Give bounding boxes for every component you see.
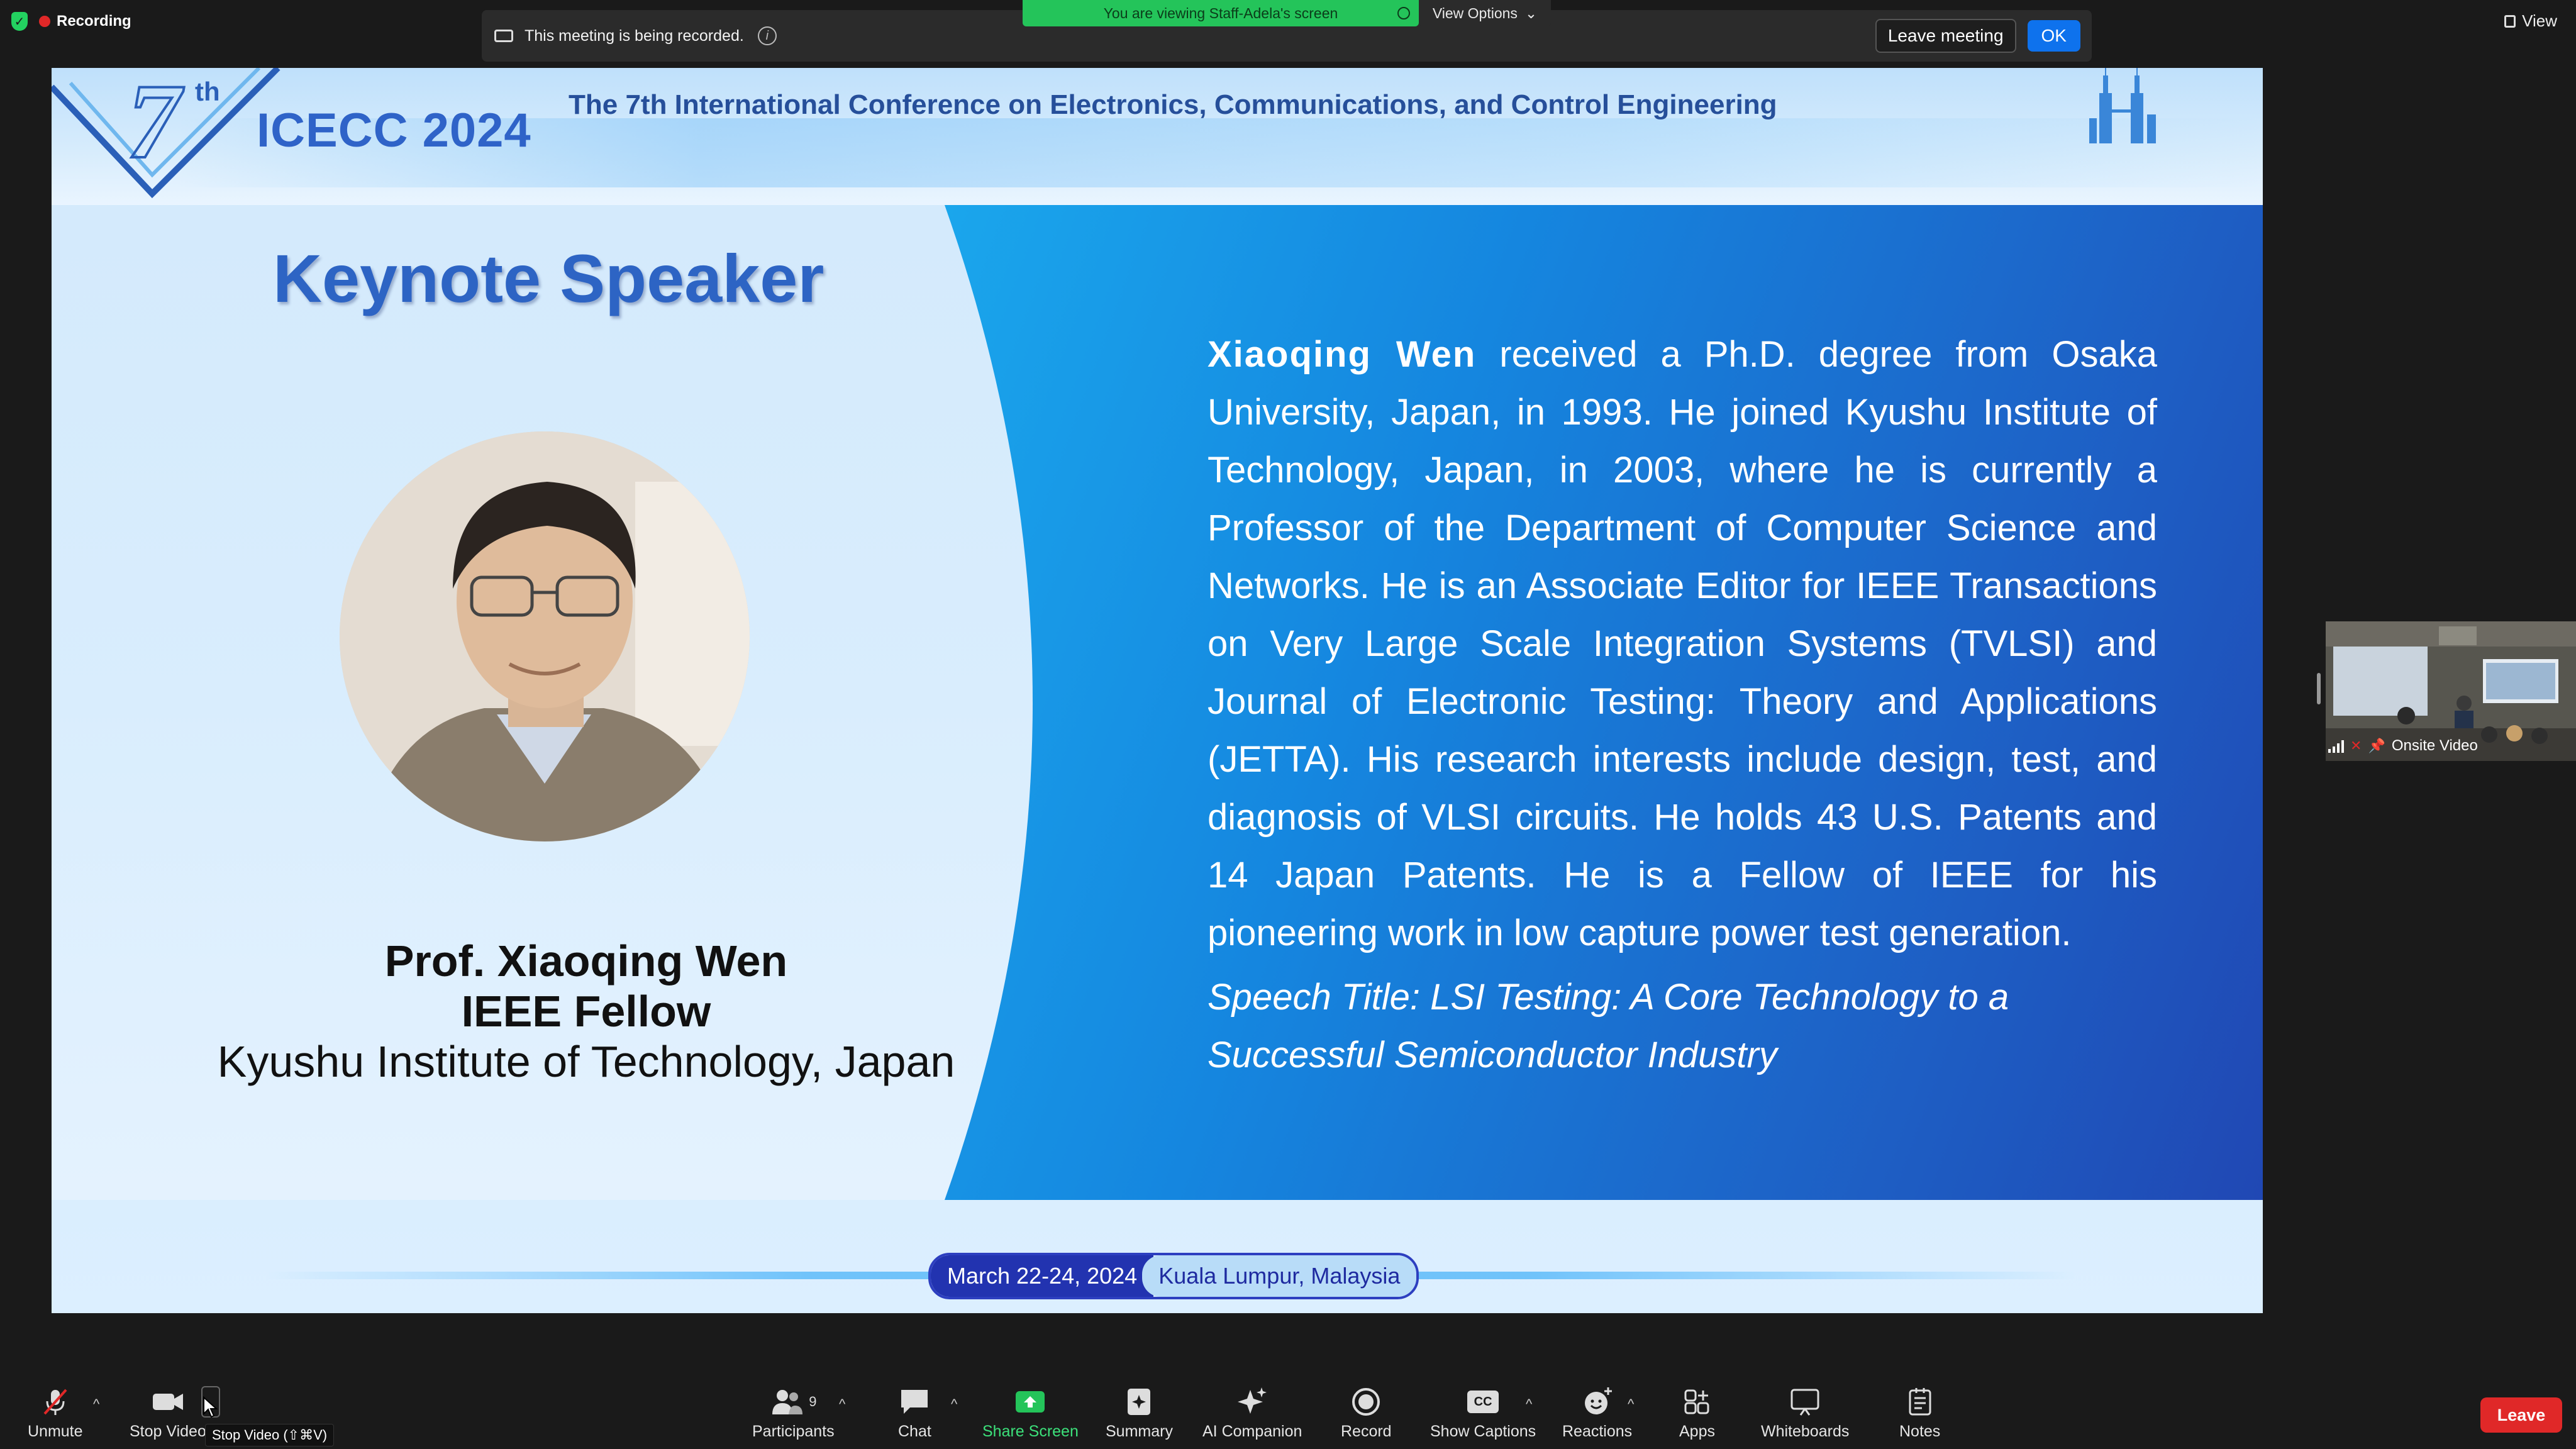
closed-captions-icon: CC [1467, 1386, 1499, 1418]
ai-companion-label: AI Companion [1202, 1423, 1302, 1440]
thumbnail-resize-handle[interactable] [2317, 673, 2321, 704]
record-label: Record [1341, 1423, 1392, 1440]
speaker-title: IEEE Fellow [461, 987, 711, 1036]
audio-options-caret-icon[interactable]: ^ [93, 1396, 99, 1413]
summary-document-icon [1125, 1386, 1153, 1418]
chat-options-caret-icon[interactable]: ^ [951, 1396, 957, 1413]
pin-icon: 📌 [2368, 738, 2385, 753]
zoom-window: ✓ Recording This meeting is being record… [0, 0, 2576, 1449]
recording-notice-text: This meeting is being recorded. [525, 26, 744, 45]
date-location-pill: March 22-24, 2024 Kuala Lumpur, Malaysia [928, 1253, 1419, 1299]
reactions-options-caret-icon[interactable]: ^ [1628, 1396, 1634, 1413]
reactions-button[interactable]: Reactions [1562, 1386, 1632, 1441]
leave-meeting-button[interactable]: Leave meeting [1875, 19, 2016, 53]
speech-title: Speech Title: LSI Testing: A Core Techno… [1208, 977, 2009, 1075]
bio-text: received a Ph.D. degree from Osaka Unive… [1208, 334, 2157, 953]
conference-location: Kuala Lumpur, Malaysia [1142, 1255, 1417, 1297]
view-layout-icon [2504, 14, 2516, 28]
show-captions-button[interactable]: CC Show Captions [1430, 1386, 1536, 1441]
speaker-bio: Xiaoqing Wen received a Ph.D. degree fro… [1208, 326, 2157, 962]
notes-label: Notes [1899, 1423, 1941, 1440]
leave-button[interactable]: Leave [2480, 1397, 2562, 1433]
stop-video-button[interactable]: Stop Video [130, 1386, 206, 1441]
participants-icon: 9 [770, 1386, 816, 1418]
participants-count: 9 [809, 1394, 817, 1409]
whiteboard-icon [1789, 1386, 1821, 1418]
bio-name: Xiaoqing Wen [1208, 334, 1477, 375]
view-button[interactable]: View [2504, 11, 2557, 31]
info-icon[interactable]: i [757, 26, 777, 45]
share-screen-button[interactable]: Share Screen [982, 1386, 1079, 1441]
reactions-label: Reactions [1562, 1423, 1633, 1440]
shared-screen-slide: 7 th ICECC 2024 The 7th International Co… [52, 68, 2263, 1313]
onsite-video-label: Onsite Video [2391, 737, 2478, 754]
chat-bubble-icon [899, 1386, 930, 1418]
keynote-heading: Keynote Speaker [273, 240, 824, 316]
chat-button[interactable]: Chat [898, 1386, 931, 1441]
recording-dot-icon [39, 16, 50, 27]
participants-options-caret-icon[interactable]: ^ [839, 1396, 845, 1413]
mouse-cursor-icon [203, 1396, 218, 1418]
signal-strength-icon [2328, 739, 2344, 753]
ai-companion-button[interactable]: AI Companion [1202, 1386, 1302, 1441]
summary-button[interactable]: Summary [1106, 1386, 1173, 1441]
top-left-status: ✓ Recording [11, 9, 131, 34]
recording-camera-icon [494, 30, 513, 42]
show-captions-label: Show Captions [1430, 1423, 1536, 1440]
ok-button[interactable]: OK [2027, 20, 2080, 52]
summary-label: Summary [1106, 1423, 1173, 1440]
speaker-photo [340, 431, 750, 841]
captions-options-caret-icon[interactable]: ^ [1526, 1396, 1532, 1413]
view-options-button[interactable]: View Options ⌄ [1419, 0, 1551, 26]
record-icon [1350, 1386, 1382, 1418]
apps-label: Apps [1679, 1423, 1715, 1440]
view-options-label: View Options [1432, 4, 1518, 21]
reactions-smiley-icon [1582, 1386, 1613, 1418]
participants-label: Participants [752, 1423, 835, 1440]
stop-video-tooltip: Stop Video (⇧⌘V) [205, 1424, 335, 1446]
sparkle-icon [1236, 1386, 1268, 1418]
recording-label: Recording [57, 13, 131, 30]
unmute-label: Unmute [28, 1423, 83, 1440]
video-camera-icon [150, 1386, 186, 1418]
speaker-affiliation: Kyushu Institute of Technology, Japan [217, 1037, 955, 1086]
whiteboards-button[interactable]: Whiteboards [1761, 1386, 1849, 1441]
notes-button[interactable]: Notes [1899, 1386, 1940, 1441]
apps-button[interactable]: Apps [1679, 1386, 1715, 1441]
speaker-portrait-image [340, 431, 750, 841]
unmute-button[interactable]: Unmute [28, 1386, 83, 1441]
chat-label: Chat [898, 1423, 931, 1440]
status-circle-icon [1397, 7, 1410, 19]
petronas-towers-icon [2089, 68, 2156, 143]
muted-microphone-icon [40, 1386, 71, 1418]
share-screen-label: Share Screen [982, 1423, 1079, 1440]
thumbnail-label: ✕ 📌 Onsite Video [2328, 733, 2478, 758]
speaker-name: Prof. Xiaoqing Wen [384, 936, 788, 985]
chevron-down-icon: ⌄ [1524, 4, 1538, 21]
viewing-screen-text: You are viewing Staff-Adela's screen [1103, 4, 1338, 21]
conference-date: March 22-24, 2024 [931, 1255, 1154, 1297]
share-screen-icon [1014, 1386, 1046, 1418]
viewing-screen-banner: You are viewing Staff-Adela's screen [1023, 0, 1419, 26]
notes-icon [1907, 1386, 1933, 1418]
whiteboards-label: Whiteboards [1761, 1423, 1850, 1440]
record-button[interactable]: Record [1341, 1386, 1392, 1441]
stop-video-label: Stop Video [130, 1423, 206, 1440]
apps-icon [1683, 1386, 1711, 1418]
security-shield-icon[interactable]: ✓ [11, 12, 28, 31]
muted-mic-icon: ✕ [2350, 738, 2362, 753]
participants-button[interactable]: 9 Participants [752, 1386, 835, 1441]
view-label: View [2522, 11, 2557, 30]
